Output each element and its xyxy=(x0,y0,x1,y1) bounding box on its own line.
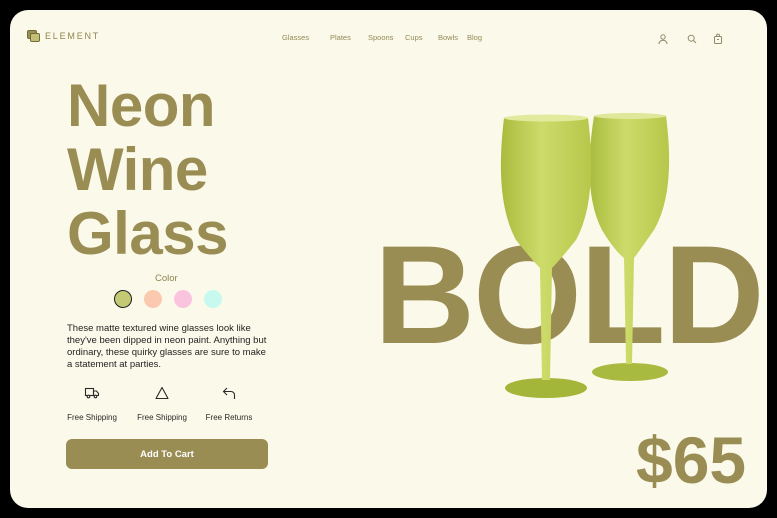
cart-icon[interactable] xyxy=(712,33,724,45)
brand-name: ELEMENT xyxy=(45,31,101,41)
title-line: Glass xyxy=(67,200,228,267)
product-page: ELEMENT Glasses Plates Spoons Cups Bowls… xyxy=(10,10,767,508)
nav-item-plates[interactable]: Plates xyxy=(330,33,351,42)
feature-label: Free Shipping xyxy=(67,413,117,422)
color-label: Color xyxy=(155,273,178,284)
product-description: These matte textured wine glasses look l… xyxy=(67,323,267,370)
brand-logo[interactable]: ELEMENT xyxy=(27,30,100,42)
swatch-peach[interactable] xyxy=(144,290,162,308)
feature-returns: Free Returns xyxy=(194,385,264,425)
search-icon[interactable] xyxy=(686,33,698,45)
product-title: Neon Wine Glass xyxy=(67,74,228,266)
color-swatches xyxy=(114,290,222,308)
nav-item-spoons[interactable]: Spoons xyxy=(368,33,393,42)
nav-item-cups[interactable]: Cups xyxy=(405,33,423,42)
nav-item-blog[interactable]: Blog xyxy=(467,33,482,42)
wine-glasses-image xyxy=(500,113,670,398)
title-line: Neon xyxy=(67,72,215,139)
nav-item-glasses[interactable]: Glasses xyxy=(282,33,309,42)
add-to-cart-button[interactable]: Add To Cart xyxy=(66,439,268,469)
feature-label: Free Shipping xyxy=(137,413,187,422)
feature-shipping: Free Shipping xyxy=(57,385,127,425)
nav-item-bowls[interactable]: Bowls xyxy=(438,33,458,42)
return-arrow-icon xyxy=(222,387,236,399)
swatch-pink[interactable] xyxy=(174,290,192,308)
product-price: $65 xyxy=(636,423,747,497)
user-icon[interactable] xyxy=(657,33,669,45)
swatch-lime[interactable] xyxy=(114,290,132,308)
feature-shipping-2: Free Shipping xyxy=(127,385,197,425)
title-line: Wine xyxy=(67,136,208,203)
swatch-mint[interactable] xyxy=(204,290,222,308)
logo-icon xyxy=(27,30,41,42)
truck-icon xyxy=(84,387,100,399)
feature-label: Free Returns xyxy=(205,413,253,422)
triangle-icon xyxy=(155,386,169,400)
